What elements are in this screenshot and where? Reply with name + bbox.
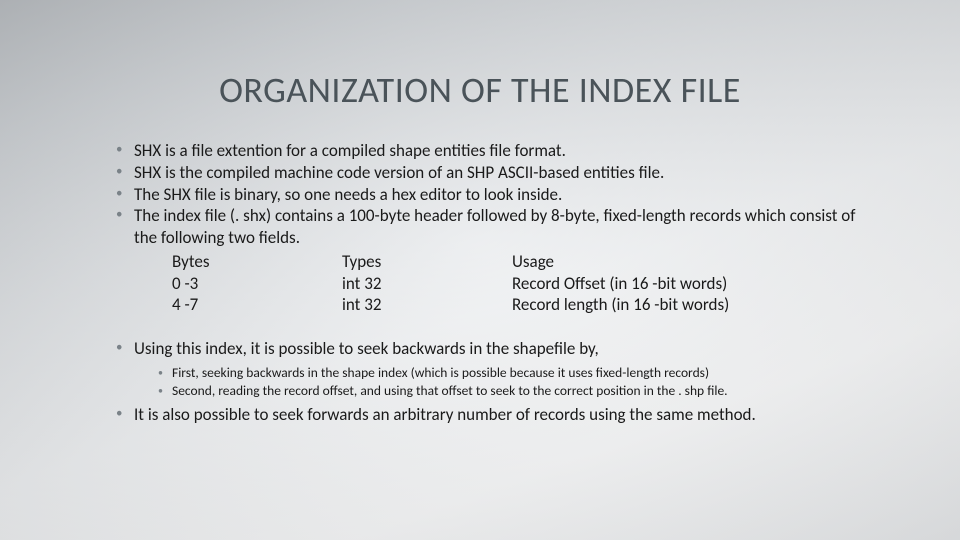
sub-bullet-text: Second, reading the record offset, and u…	[172, 382, 728, 399]
table-cell: Record Offset (in 16 -bit words)	[512, 273, 880, 295]
table-row: 0 -3 int 32 Record Offset (in 16 -bit wo…	[172, 273, 880, 295]
bullet-text: The SHX file is binary, so one needs a h…	[134, 184, 562, 205]
bullet-text: Using this index, it is possible to seek…	[134, 338, 599, 359]
list-item: It is also possible to seek forwards an …	[134, 404, 880, 426]
table-cell: int 32	[342, 273, 512, 295]
table-cell: 0 -3	[172, 273, 342, 295]
table-header-cell: Usage	[512, 251, 880, 273]
table-cell: 4 -7	[172, 294, 342, 316]
sub-list-item: First, seeking backwards in the shape in…	[172, 364, 880, 382]
field-table: Bytes Types Usage 0 -3 int 32 Record Off…	[172, 251, 880, 316]
table-header-row: Bytes Types Usage	[172, 251, 880, 273]
table-header-cell: Bytes	[172, 251, 342, 273]
table-header-cell: Types	[342, 251, 512, 273]
slide-title: ORGANIZATION OF THE INDEX FILE	[80, 68, 880, 112]
sub-bullet-text: First, seeking backwards in the shape in…	[172, 364, 709, 381]
bullet-text: SHX is a file extention for a compiled s…	[134, 140, 566, 161]
bullet-list: SHX is a file extention for a compiled s…	[80, 140, 880, 316]
table-cell: int 32	[342, 294, 512, 316]
bullet-text: SHX is the compiled machine code version…	[134, 162, 664, 183]
spacer	[80, 316, 880, 338]
bullet-text: The index file (. shx) contains a 100-by…	[134, 205, 855, 248]
list-item: The index file (. shx) contains a 100-by…	[134, 205, 880, 316]
sub-bullet-list: First, seeking backwards in the shape in…	[134, 364, 880, 400]
slide: ORGANIZATION OF THE INDEX FILE SHX is a …	[0, 0, 960, 540]
list-item: The SHX file is binary, so one needs a h…	[134, 184, 880, 206]
table-row: 4 -7 int 32 Record length (in 16 -bit wo…	[172, 294, 880, 316]
bullet-list-2: Using this index, it is possible to seek…	[80, 338, 880, 426]
list-item: SHX is the compiled machine code version…	[134, 162, 880, 184]
sub-list-item: Second, reading the record offset, and u…	[172, 382, 880, 400]
bullet-text: It is also possible to seek forwards an …	[134, 404, 756, 425]
list-item: Using this index, it is possible to seek…	[134, 338, 880, 400]
table-cell: Record length (in 16 -bit words)	[512, 294, 880, 316]
list-item: SHX is a file extention for a compiled s…	[134, 140, 880, 162]
